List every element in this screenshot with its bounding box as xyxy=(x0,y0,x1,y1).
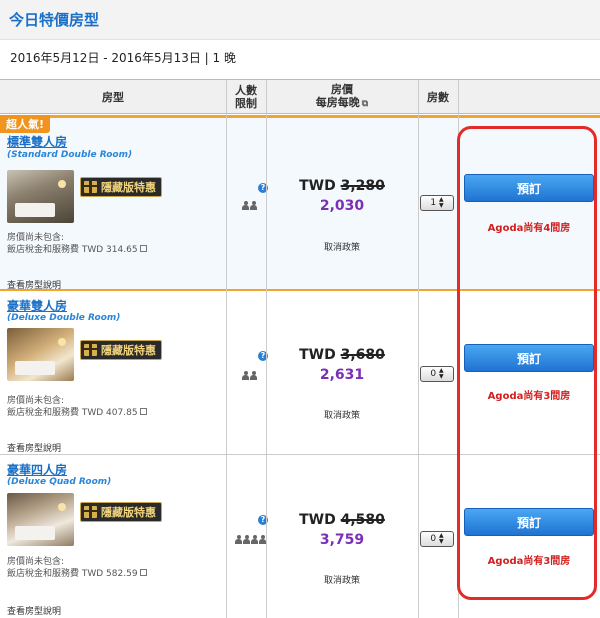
currency: TWD xyxy=(299,178,336,194)
gift-icon xyxy=(84,344,97,356)
gift-icon xyxy=(84,181,97,193)
popup-icon[interactable]: ⧉ xyxy=(362,99,368,109)
book-button[interactable]: 預訂 xyxy=(464,174,594,202)
secret-deal-label: 隱藏版特惠 xyxy=(101,344,156,357)
original-price: TWD 3,680 xyxy=(266,347,418,363)
original-price: TWD 3,280 xyxy=(266,178,418,194)
room-quantity-select[interactable]: 0 ▲ ▼ xyxy=(420,366,454,382)
tax-value: 飯店稅金和服務費 TWD 407.85 xyxy=(7,405,147,418)
book-button[interactable]: 預訂 xyxy=(464,508,594,536)
col-room-type: 房型 xyxy=(102,90,124,104)
secret-deal-label: 隱藏版特惠 xyxy=(101,506,156,519)
tax-amount: 飯店稅金和服務費 TWD 314.65 xyxy=(7,245,138,255)
col-rooms: 房數 xyxy=(427,90,449,104)
room-quantity-value: 0 xyxy=(430,534,437,544)
secret-deal-badge: 隱藏版特惠 xyxy=(80,177,162,197)
stay-date-range: 2016年5月12日 - 2016年5月13日 | 1 晚 xyxy=(10,51,236,65)
col-price: 房價 每房每晚 ⧉ xyxy=(266,80,418,114)
secret-deal-badge: 隱藏版特惠 xyxy=(80,502,162,522)
gift-icon xyxy=(84,506,97,518)
original-price-value: 3,280 xyxy=(340,178,385,194)
secret-deal-badge: 隱藏版特惠 xyxy=(80,340,162,360)
discount-price: 2,631 xyxy=(319,367,365,383)
tax-value: 飯店稅金和服務費 TWD 314.65 xyxy=(7,242,147,255)
room-table: 房型 人數 限制 房價 每房每晚 ⧉ 房數 超人氣! 標準雙人房 (Standar… xyxy=(0,79,600,618)
header-bar: 今日特價房型 xyxy=(0,0,600,40)
popup-icon[interactable] xyxy=(139,245,147,252)
room-name-english: (Deluxe Quad Room) xyxy=(7,477,112,487)
view-room-details-link[interactable]: 查看房型說明 xyxy=(7,441,61,454)
tax-amount: 飯店稅金和服務費 TWD 582.59 xyxy=(7,569,138,579)
col-occupancy-line2: 限制 xyxy=(235,97,257,110)
table-row: 豪華四人房 (Deluxe Quad Room) 隱藏版特惠 房價尚未包含: 飯… xyxy=(0,455,600,618)
room-photo[interactable] xyxy=(7,493,74,546)
column-divider xyxy=(226,80,227,618)
occupancy-icon xyxy=(242,371,257,380)
column-divider xyxy=(266,80,267,618)
discount-price: 3,759 xyxy=(319,532,365,548)
column-divider xyxy=(458,80,459,618)
room-quantity-value: 1 xyxy=(430,198,437,208)
room-name-link[interactable]: 標準雙人房 xyxy=(7,133,67,150)
room-quantity-select[interactable]: 1 ▲ ▼ xyxy=(420,195,454,211)
tax-amount: 飯店稅金和服務費 TWD 407.85 xyxy=(7,408,138,418)
room-photo[interactable] xyxy=(7,328,74,381)
table-row: 超人氣! 標準雙人房 (Standard Double Room) 隱藏版特惠 … xyxy=(0,115,600,291)
secret-deal-label: 隱藏版特惠 xyxy=(101,181,156,194)
col-price-line1: 房價 xyxy=(331,83,353,96)
occupancy-icon xyxy=(242,201,257,210)
col-action xyxy=(458,80,600,114)
original-price-value: 4,580 xyxy=(340,512,385,528)
col-occupancy: 人數 限制 xyxy=(226,80,266,114)
cancellation-policy-link[interactable]: 取消政策 xyxy=(266,573,418,586)
occupancy-icon xyxy=(235,535,266,544)
availability-text: Agoda尚有3間房 xyxy=(487,391,571,402)
cancellation-policy-link[interactable]: 取消政策 xyxy=(266,240,418,253)
view-room-details-link[interactable]: 查看房型說明 xyxy=(7,604,61,617)
currency: TWD xyxy=(299,347,336,363)
table-header: 房型 人數 限制 房價 每房每晚 ⧉ 房數 xyxy=(0,80,600,114)
availability-text: Agoda尚有3間房 xyxy=(487,556,571,567)
popular-badge: 超人氣! xyxy=(0,115,51,133)
room-name-english: (Standard Double Room) xyxy=(7,150,133,160)
cancellation-policy-link[interactable]: 取消政策 xyxy=(266,408,418,421)
chevron-updown-icon: ▲ ▼ xyxy=(439,532,444,545)
book-button[interactable]: 預訂 xyxy=(464,344,594,372)
page-title: 今日特價房型 xyxy=(9,11,100,29)
availability-text: Agoda尚有4間房 xyxy=(487,223,571,234)
popup-icon[interactable] xyxy=(139,408,147,415)
column-divider xyxy=(418,80,419,618)
tax-value: 飯店稅金和服務費 TWD 582.59 xyxy=(7,566,147,579)
currency: TWD xyxy=(299,512,336,528)
room-quantity-select[interactable]: 0 ▲ ▼ xyxy=(420,531,454,547)
col-price-line2: 每房每晚 xyxy=(315,96,360,109)
original-price-value: 3,680 xyxy=(340,347,385,363)
room-photo[interactable] xyxy=(7,170,74,223)
popup-icon[interactable] xyxy=(139,569,147,576)
col-occupancy-line1: 人數 xyxy=(235,84,257,97)
room-quantity-value: 0 xyxy=(430,369,437,379)
table-row: 豪華雙人房 (Deluxe Double Room) 隱藏版特惠 房價尚未包含:… xyxy=(0,291,600,455)
original-price: TWD 4,580 xyxy=(266,512,418,528)
chevron-updown-icon: ▲ ▼ xyxy=(439,196,444,209)
room-name-english: (Deluxe Double Room) xyxy=(7,313,121,323)
popular-highlight-top xyxy=(0,115,600,118)
discount-price: 2,030 xyxy=(319,198,365,214)
chevron-updown-icon: ▲ ▼ xyxy=(439,367,444,380)
room-name-link[interactable]: 豪華四人房 xyxy=(7,461,67,478)
room-name-link[interactable]: 豪華雙人房 xyxy=(7,297,67,314)
